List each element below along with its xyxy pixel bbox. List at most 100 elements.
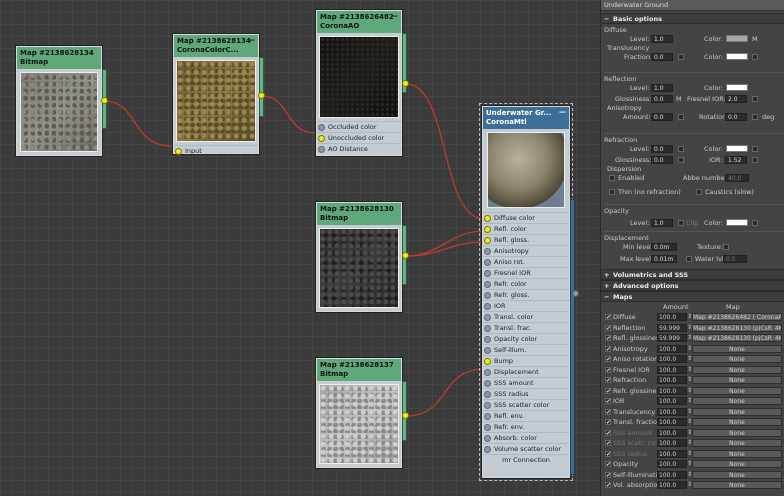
socket-dot[interactable] <box>484 391 491 398</box>
socket-dot[interactable] <box>484 446 491 453</box>
fresnel-map-button[interactable] <box>752 96 758 102</box>
map-enable-checkbox[interactable]: ✔ <box>605 356 611 363</box>
rollout-maps[interactable]: − Maps <box>601 291 784 302</box>
minimize-icon[interactable]: — <box>248 36 255 45</box>
diffuse-color-swatch[interactable] <box>726 35 748 42</box>
map-enable-checkbox[interactable]: ✔ <box>605 366 611 373</box>
map-button[interactable]: None <box>692 418 782 426</box>
map-enable-checkbox[interactable]: ✔ <box>605 440 611 447</box>
socket-dot[interactable] <box>484 237 491 244</box>
node-header[interactable]: Map #2138628134 CoronaColorC... — <box>174 35 258 57</box>
map-amount-field[interactable]: 100.0 <box>657 418 687 426</box>
socket-dot[interactable] <box>484 347 491 354</box>
output-socket[interactable] <box>101 97 108 104</box>
refraction-color-map-button[interactable] <box>752 146 758 152</box>
slot-volume-scatter-color[interactable]: Volume scatter color <box>483 443 569 454</box>
refraction-glossiness-field[interactable]: 0.0 <box>651 156 673 164</box>
map-amount-field[interactable]: 100.0 <box>657 355 687 363</box>
node-header[interactable]: Underwater Gr... CoronaMtl — <box>483 107 569 129</box>
map-enable-checkbox[interactable]: ✔ <box>605 377 611 384</box>
map-button[interactable]: None <box>692 397 782 405</box>
node-header[interactable]: Map #2138628137 Bitmap <box>317 359 401 381</box>
anisotropy-map-button[interactable] <box>678 114 684 120</box>
reflection-color-swatch[interactable] <box>726 84 748 91</box>
map-enable-checkbox[interactable]: ✔ <box>605 419 611 426</box>
output-socket[interactable] <box>402 412 409 419</box>
node-bitmap-2[interactable]: Map #2138628130 Bitmap <box>316 202 407 312</box>
socket-dot[interactable] <box>484 358 491 365</box>
output-socket[interactable] <box>258 92 265 99</box>
map-button[interactable]: None <box>692 407 782 416</box>
slot-refl-env[interactable]: Refl. env. <box>483 410 569 421</box>
slot-opacity-color[interactable]: Opacity color <box>483 333 569 344</box>
ior-map-button[interactable] <box>752 157 758 163</box>
map-button[interactable]: None <box>692 344 782 353</box>
socket-dot[interactable] <box>484 413 491 420</box>
slot-mr-connection[interactable]: mr Connection <box>483 454 569 465</box>
slot-self-illum[interactable]: Self-illum. <box>483 344 569 355</box>
slot-transl-color[interactable]: Transl. color <box>483 311 569 322</box>
map-button-m[interactable]: M <box>752 35 758 43</box>
slot-displacement[interactable]: Displacement <box>483 366 569 377</box>
output-tab[interactable] <box>259 57 264 117</box>
map-amount-field[interactable]: 100.0 <box>657 439 687 447</box>
socket-dot[interactable] <box>484 369 491 376</box>
slot-diffuse-color[interactable]: Diffuse color <box>483 212 569 223</box>
socket-dot[interactable] <box>175 148 182 155</box>
minimize-icon[interactable]: — <box>391 12 398 21</box>
map-amount-field[interactable]: 100.0 <box>657 365 687 374</box>
slot-refr-gloss[interactable]: Refr. gloss. <box>483 289 569 300</box>
anisotropy-amount-field[interactable]: 0.0 <box>651 113 673 121</box>
node-bitmap-3[interactable]: Map #2138628137 Bitmap <box>316 358 407 468</box>
refraction-level-map-button[interactable] <box>678 146 684 152</box>
slot-ao-distance[interactable]: AO Distance <box>317 143 401 154</box>
min-level-field[interactable]: 0.0m <box>651 243 677 251</box>
map-button[interactable]: None <box>692 439 782 447</box>
translucency-map-button[interactable] <box>752 54 758 60</box>
map-button[interactable]: Map #2138628130 (pjCsR_4K_Specular.jpg) <box>692 334 782 342</box>
map-button[interactable]: None <box>692 355 782 363</box>
fraction-map-button[interactable] <box>678 54 684 60</box>
map-amount-field[interactable]: 100.0 <box>657 481 687 489</box>
socket-dot[interactable] <box>484 270 491 277</box>
slot-bump[interactable]: Bump <box>483 355 569 366</box>
socket-dot[interactable] <box>484 435 491 442</box>
slot-ior[interactable]: IOR <box>483 300 569 311</box>
map-button[interactable]: None <box>692 365 782 374</box>
map-button[interactable]: None <box>692 460 782 468</box>
rollout-volumetrics[interactable]: + Volumetrics and SSS <box>601 269 784 280</box>
slot-unoccluded-color[interactable]: Unoccluded color <box>317 132 401 143</box>
opacity-color-map-button[interactable] <box>752 220 758 226</box>
rotation-map-button[interactable] <box>752 114 758 120</box>
node-header[interactable]: Map #2138626482 CoronaAO — <box>317 11 401 33</box>
slot-transl-frac[interactable]: Transl. frac. <box>483 322 569 333</box>
minimize-icon[interactable]: — <box>559 108 566 117</box>
socket-dot[interactable] <box>484 424 491 431</box>
node-corona-ao[interactable]: Map #2138626482 CoronaAO — Occluded colo… <box>316 10 407 156</box>
map-button[interactable]: Map #2138628130 (pjCsR_4K_Specular.jpg) <box>692 323 782 332</box>
map-enable-checkbox[interactable]: ✔ <box>605 345 611 352</box>
ior-field[interactable]: 1.52 <box>725 156 747 164</box>
slot-refl-gloss[interactable]: Refl. gloss. <box>483 234 569 245</box>
map-button[interactable]: None <box>692 481 782 489</box>
socket-dot[interactable] <box>484 303 491 310</box>
slot-sss-amount[interactable]: SSS amount <box>483 377 569 388</box>
rotation-field[interactable]: 0.0 <box>725 113 747 121</box>
material-name-field[interactable]: Underwater Ground <box>601 0 784 11</box>
map-enable-checkbox[interactable]: ✔ <box>605 387 611 394</box>
map-enable-checkbox[interactable]: ✔ <box>605 450 611 457</box>
max-level-field[interactable]: 0.01m <box>651 255 677 263</box>
map-enable-checkbox[interactable]: ✔ <box>605 408 611 415</box>
socket-dot[interactable] <box>484 281 491 288</box>
node-editor-canvas[interactable]: Map #2138628134 Bitmap Map #2138628134 C… <box>0 0 600 496</box>
map-enable-checkbox[interactable]: ✔ <box>605 324 611 331</box>
texture-map-button[interactable] <box>723 244 729 250</box>
map-button[interactable]: Map #2138626482 ( CoronaAO ) <box>692 313 782 321</box>
abbe-number-field[interactable]: 40.0 <box>725 174 749 182</box>
slot-anisotropy[interactable]: Anisotropy <box>483 245 569 256</box>
map-enable-checkbox[interactable]: ✔ <box>605 461 611 468</box>
socket-dot[interactable] <box>484 402 491 409</box>
map-amount-field[interactable]: 100.0 <box>657 407 687 416</box>
map-amount-field[interactable]: 59.999 <box>657 334 687 342</box>
rollout-advanced[interactable]: + Advanced options <box>601 280 784 291</box>
